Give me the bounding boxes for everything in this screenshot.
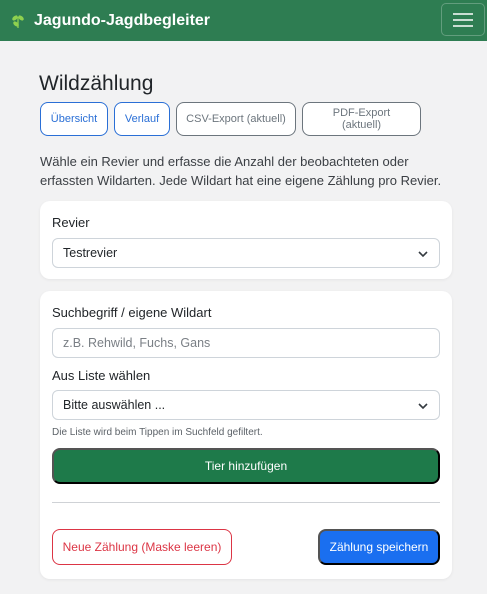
page-title: Wildzählung bbox=[39, 72, 154, 95]
top-navbar: Jagundo-Jagdbegleiter bbox=[0, 0, 487, 41]
search-input[interactable]: z.B. Rehwild, Fuchs, Gans bbox=[52, 328, 440, 358]
history-button[interactable]: Verlauf bbox=[114, 102, 170, 136]
list-help-text: Die Liste wird beim Tippen im Suchfeld g… bbox=[52, 427, 263, 438]
brand-name: Jagundo-Jagdbegleiter bbox=[34, 11, 211, 29]
leaf-icon bbox=[12, 14, 24, 28]
search-input-placeholder: z.B. Rehwild, Fuchs, Gans bbox=[63, 336, 211, 350]
chevron-down-icon bbox=[418, 403, 428, 410]
list-label: Aus Liste wählen bbox=[52, 368, 151, 383]
species-select-value: Bitte auswählen ... bbox=[63, 398, 166, 412]
chevron-down-icon bbox=[418, 251, 428, 258]
action-button-row: Übersicht Verlauf CSV-Export (aktuell) P… bbox=[40, 102, 421, 136]
intro-text: Wähle ein Revier und erfasse die Anzahl … bbox=[40, 154, 442, 188]
revier-card: Revier Testrevier bbox=[40, 201, 452, 279]
pdf-export-button[interactable]: PDF-Export (aktuell) bbox=[302, 102, 421, 136]
revier-select-value: Testrevier bbox=[63, 246, 118, 260]
add-animal-button[interactable]: Tier hinzufügen bbox=[52, 448, 440, 484]
save-count-button[interactable]: Zählung speichern bbox=[318, 529, 440, 565]
hamburger-menu-icon bbox=[453, 12, 473, 27]
revier-select[interactable]: Testrevier bbox=[52, 238, 440, 268]
menu-toggle-button[interactable] bbox=[441, 3, 485, 36]
overview-button[interactable]: Übersicht bbox=[40, 102, 108, 136]
divider bbox=[52, 502, 440, 503]
species-select[interactable]: Bitte auswählen ... bbox=[52, 390, 440, 420]
reset-count-button[interactable]: Neue Zählung (Maske leeren) bbox=[52, 529, 232, 565]
revier-label: Revier bbox=[52, 215, 90, 230]
brand[interactable]: Jagundo-Jagdbegleiter bbox=[10, 12, 210, 30]
search-label: Suchbegriff / eigene Wildart bbox=[52, 305, 212, 320]
species-card: Suchbegriff / eigene Wildart z.B. Rehwil… bbox=[40, 291, 452, 579]
csv-export-button[interactable]: CSV-Export (aktuell) bbox=[176, 102, 296, 136]
